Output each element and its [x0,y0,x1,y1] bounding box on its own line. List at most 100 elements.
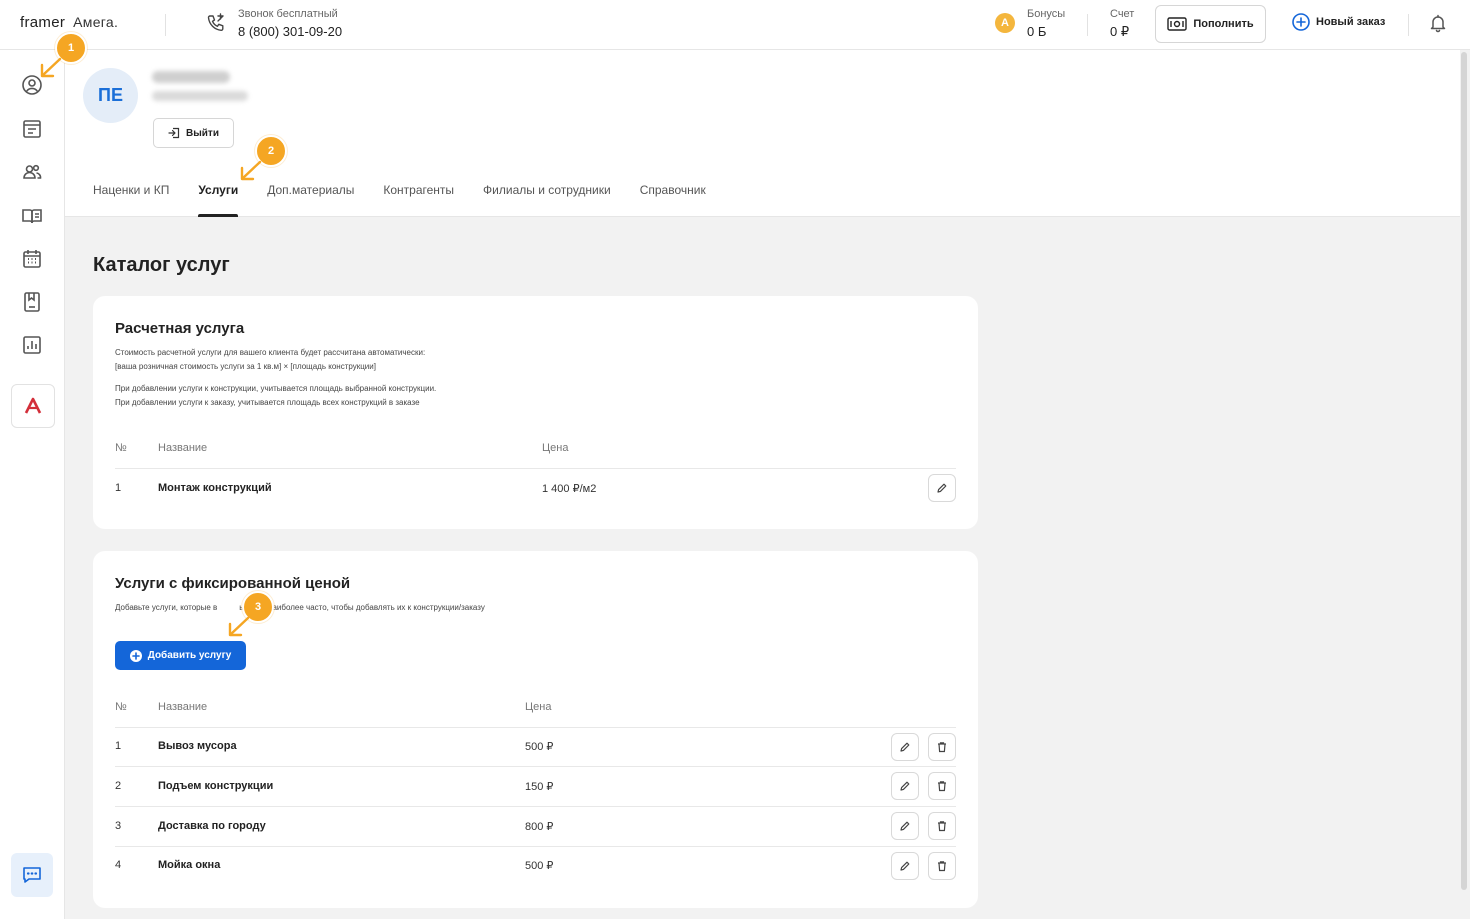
logout-icon [168,127,180,139]
row-divider [115,806,956,807]
users-icon[interactable] [21,161,43,183]
cash-icon [1167,17,1188,31]
column-header-price: Цена [542,442,569,454]
logout-label: Выйти [186,127,219,139]
chart-icon[interactable] [21,334,43,356]
bonus-value: 0 Б [1027,24,1047,39]
chat-button[interactable] [11,853,53,897]
book-icon[interactable] [21,205,43,227]
card-desc-line: Стоимость расчетной услуги для вашего кл… [115,348,426,357]
edit-button[interactable] [891,852,919,880]
delete-button[interactable] [928,733,956,761]
edit-button[interactable] [891,772,919,800]
add-service-label: Добавить услугу [147,650,232,661]
plus-circle-icon [1292,13,1310,31]
divider [165,14,166,36]
tab-reference[interactable]: Справочник [640,183,706,217]
phone-number[interactable]: 8 (800) 301-09-20 [238,24,342,39]
row-divider [115,846,956,847]
trash-icon [938,742,946,753]
row-num: 1 [115,482,122,494]
chat-icon [23,867,41,883]
tab-markups[interactable]: Наценки и КП [93,183,169,217]
column-header-num: № [115,701,127,713]
bonus-coin-icon: A [995,13,1015,33]
settings-tabs: Наценки и КП Услуги Доп.материалы Контра… [93,183,735,217]
pencil-icon [937,483,947,493]
card-desc-start: Добавьте услуги, которые в [115,603,218,612]
row-name: Мойка окна [158,859,221,871]
card-desc-line: [ваша розничная стоимость услуги за 1 кв… [115,362,376,371]
scrollbar[interactable] [1461,52,1467,890]
column-header-price: Цена [525,701,552,713]
pencil-icon [900,781,910,791]
plus-circle-icon [129,649,142,662]
card-desc-end: ываете наиболее часто, чтобы добавлять и… [239,603,485,612]
delete-button[interactable] [928,852,956,880]
row-num: 1 [115,740,122,752]
topup-button[interactable]: Пополнить [1155,5,1266,43]
row-divider [115,468,956,469]
callout-arrow-icon [40,57,62,78]
bell-icon[interactable] [1428,13,1448,33]
delete-button[interactable] [928,812,956,840]
delete-button[interactable] [928,772,956,800]
account-label: Счет [1110,8,1135,20]
sidebar [0,50,65,919]
column-header-num: № [115,442,127,454]
bonus-stat[interactable]: Бонусы 0 Б [1027,8,1065,39]
calendar-icon[interactable] [21,248,43,270]
row-divider [115,766,956,767]
orders-icon[interactable] [21,118,43,140]
tab-branches[interactable]: Филиалы и сотрудники [483,183,611,217]
tab-counterparties[interactable]: Контрагенты [383,183,454,217]
trash-icon [938,781,946,792]
pencil-icon [900,821,910,831]
calculated-service-card: Расчетная услуга Стоимость расчетной усл… [93,296,978,529]
edit-button[interactable] [928,474,956,502]
profile-email-blurred [152,91,248,101]
row-name: Монтаж конструкций [158,482,272,494]
edit-button[interactable] [891,812,919,840]
pencil-icon [900,742,910,752]
callout-arrow-icon [228,616,250,637]
column-header-name: Название [158,701,208,713]
topup-label: Пополнить [1193,18,1254,30]
profile-panel: ПЕ Выйти Наценки и КП Услуги Доп.материа… [65,50,1460,217]
profile-name-blurred [152,71,230,83]
card-title: Расчетная услуга [115,320,245,337]
row-price: 500 ₽ [525,860,554,872]
divider [1087,14,1088,36]
new-order-button[interactable]: Новый заказ [1292,13,1385,31]
row-num: 3 [115,820,122,832]
logo-secondary: Амега. [73,14,119,30]
album-icon[interactable] [21,291,43,313]
pencil-icon [900,861,910,871]
phone-block: Звонок бесплатный 8 (800) 301-09-20 [238,8,342,39]
account-value: 0 ₽ [1110,24,1130,39]
add-service-button[interactable]: Добавить услугу [115,641,246,670]
amega-mark-icon [24,397,42,414]
account-stat[interactable]: Счет 0 ₽ [1110,8,1134,40]
card-desc: Добавьте услуги, которые в ываете наиболе… [115,601,485,615]
app-logo[interactable]: framer Амега. [20,14,118,31]
edit-button[interactable] [891,733,919,761]
tab-extra-materials[interactable]: Доп.материалы [267,183,354,217]
row-price: 1 400 ₽/м2 [542,483,597,495]
logout-button[interactable]: Выйти [153,118,234,148]
phone-label: Звонок бесплатный [238,8,338,20]
row-name: Доставка по городу [158,820,266,832]
avatar[interactable]: ПЕ [83,68,138,123]
fixed-services-card: Услуги с фиксированной ценой Добавьте ус… [93,551,978,908]
card-desc-line: При добавлении услуги к заказу, учитывае… [115,398,420,407]
divider [1408,14,1409,36]
card-desc-line: При добавлении услуги к конструкции, учи… [115,384,437,393]
row-num: 4 [115,859,122,871]
row-name: Подъем конструкции [158,780,274,792]
amega-logo-icon[interactable] [11,384,55,428]
card-title: Услуги с фиксированной ценой [115,575,351,592]
row-name: Вывоз мусора [158,740,237,752]
tab-services[interactable]: Услуги [198,183,238,217]
callout-arrow-icon [240,160,262,181]
trash-icon [938,861,946,872]
